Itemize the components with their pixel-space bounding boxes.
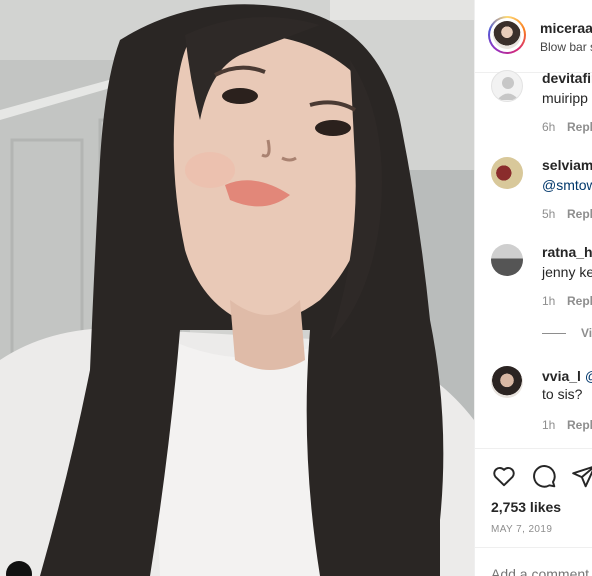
add-comment-input[interactable] [491, 566, 592, 576]
comment-text: to sis? [542, 386, 583, 402]
post-header: miceraa Blow bar s [475, 0, 592, 73]
view-replies-button[interactable]: Vi [581, 326, 592, 340]
commenter-username[interactable]: devitafir [542, 70, 592, 86]
like-count[interactable]: 2,753 likes [491, 499, 561, 515]
heart-icon[interactable] [491, 463, 517, 489]
reply-button[interactable]: Reply [567, 120, 592, 134]
add-comment-bar [475, 547, 592, 576]
post-photo-illustration [0, 0, 474, 576]
commenter-avatar[interactable] [491, 70, 523, 102]
speech-bubble-icon[interactable] [531, 463, 557, 489]
reply-button[interactable]: Reply [567, 418, 592, 432]
commenter-avatar[interactable] [491, 244, 523, 276]
comment-time[interactable]: 1h [542, 294, 555, 308]
comment-mention[interactable]: @smtow [542, 177, 592, 193]
post-caption: Blow bar s [540, 40, 592, 54]
post-actions: 2,753 likes MAY 7, 2019 [475, 448, 592, 576]
comment-time[interactable]: 6h [542, 120, 555, 134]
comment-time[interactable]: 5h [542, 207, 555, 221]
comment-item: devitafir muiripp 6h Reply [475, 68, 592, 148]
reply-button[interactable]: Reply [567, 207, 592, 221]
comment-item: ratna_ha jenny ke 1h Reply [475, 242, 592, 322]
reply-button[interactable]: Reply [567, 294, 592, 308]
view-replies-divider [542, 333, 566, 334]
commenter-avatar[interactable] [491, 157, 523, 189]
comment-text: jenny ke [542, 264, 592, 280]
commenter-username-text[interactable]: vvia_l [542, 368, 581, 384]
comment-mention[interactable]: @ [585, 368, 592, 384]
paper-plane-icon[interactable] [571, 463, 592, 489]
comment-item: selviamu @smtow 5h Reply [475, 155, 592, 235]
post-date[interactable]: MAY 7, 2019 [491, 524, 552, 535]
comment-text: muiripp [542, 90, 588, 106]
author-avatar[interactable] [488, 16, 526, 54]
commenter-username[interactable]: selviamu [542, 157, 592, 173]
commenter-avatar[interactable] [491, 366, 523, 398]
author-username[interactable]: miceraa [540, 20, 592, 36]
default-avatar-icon [497, 77, 519, 100]
comment-time[interactable]: 1h [542, 418, 555, 432]
commenter-username[interactable]: ratna_ha [542, 244, 592, 260]
commenter-username[interactable]: vvia_l @ [542, 368, 592, 384]
post-photo[interactable] [0, 0, 474, 576]
post-side-panel: miceraa Blow bar s devitafir muiripp 6h … [474, 0, 592, 576]
comment-item: vvia_l @ to sis? 1h Reply [475, 366, 592, 446]
